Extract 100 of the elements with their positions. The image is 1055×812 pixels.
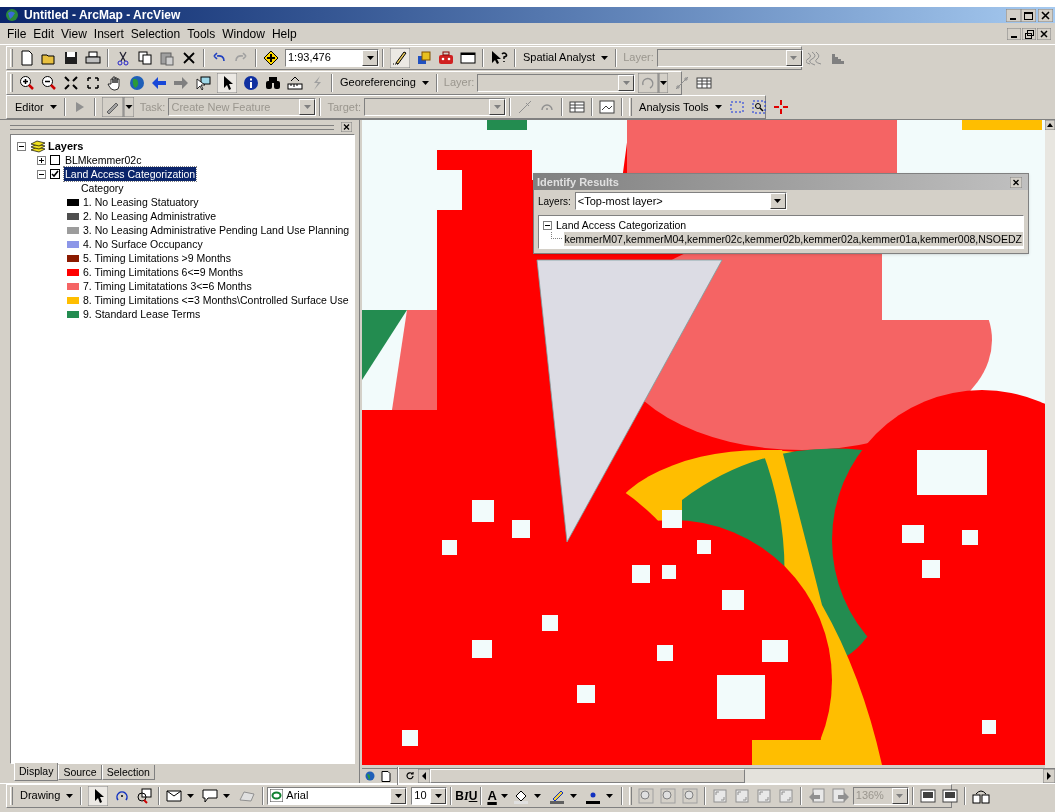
select-features-icon[interactable] [195,74,211,91]
help-pointer-icon[interactable] [490,49,508,66]
bold-button[interactable]: B [455,786,465,805]
pointer-icon[interactable] [88,785,109,806]
scissors-icon[interactable] [115,49,131,66]
menu-item[interactable]: File [4,24,30,43]
layer-name[interactable]: BLMkemmer02c [64,153,143,167]
pencil-dropdown-icon[interactable] [101,97,134,117]
print-icon[interactable] [85,49,101,66]
rectangle-dropdown-icon[interactable] [166,787,197,804]
italic-button[interactable]: I [464,786,469,805]
target-dropdown[interactable] [364,98,507,116]
analysis-tools-menu[interactable]: Analysis Tools [635,97,726,117]
pointer-icon[interactable] [217,72,237,93]
binoculars-icon[interactable] [265,74,281,91]
menu-item[interactable]: View [58,24,90,43]
vertical-scrollbar[interactable] [1045,120,1055,768]
font-dropdown[interactable]: Arial [267,786,408,805]
menu-item[interactable]: Tools [184,24,219,43]
arrows-inward-icon[interactable] [63,74,79,91]
layout-icon[interactable] [941,787,958,804]
expand-icon[interactable] [37,155,46,165]
georeferencing-menu[interactable]: Georeferencing [336,72,433,93]
tab[interactable]: Source [58,765,102,780]
back-page-icon[interactable] [807,787,826,804]
forward-page-icon[interactable] [831,787,850,804]
tab[interactable]: Selection [101,765,155,780]
forward-arrow-icon[interactable] [173,74,189,91]
menu-item[interactable]: Help [268,24,300,43]
tree-node[interactable]: Land Access Categorization [556,218,687,232]
menu-item[interactable]: Insert [90,24,127,43]
info-icon[interactable] [243,74,259,91]
dashed-zoom-icon[interactable] [750,99,767,115]
close-icon[interactable] [341,122,352,132]
sketch-properties-icon[interactable] [599,99,616,115]
copy-icon[interactable] [137,49,153,66]
tab[interactable]: Display [14,763,59,781]
globe-icon[interactable] [365,771,375,781]
collapse-icon[interactable] [37,169,46,179]
font-color-button[interactable]: A [485,785,510,806]
page-icon[interactable] [381,770,391,782]
attributes-icon[interactable] [569,99,586,115]
underline-button[interactable]: U [468,786,478,805]
font-size-dropdown[interactable]: 10 [411,786,448,805]
scale-field[interactable]: 1:93,476 [285,48,379,67]
table-icon[interactable] [696,74,713,91]
checkbox[interactable] [50,169,60,179]
window-icon[interactable] [460,49,476,66]
rotate-icon[interactable] [638,72,669,93]
restore-icon[interactable] [1022,27,1036,40]
spatial-analyst-menu[interactable]: Spatial Analyst [519,47,613,68]
clipboard-icon[interactable] [159,49,175,66]
layers-icon [30,139,46,153]
zoom-element-icon[interactable] [136,787,153,804]
menu-item[interactable]: Selection [127,24,184,43]
globe-icon[interactable] [129,74,145,91]
callout-dropdown-icon[interactable] [202,787,233,804]
minimize-icon[interactable] [1006,8,1021,22]
collapse-icon[interactable] [17,141,26,151]
hand-icon[interactable] [107,74,123,91]
menu-item[interactable]: Edit [30,24,58,43]
caret-icon [601,55,609,60]
right-arrow-icon[interactable] [1043,769,1055,783]
pencil-icon[interactable] [390,47,410,68]
layers-dropdown[interactable]: <Top-most layer> [574,192,787,210]
document-icon[interactable] [19,49,35,66]
minimize-icon[interactable] [1007,27,1021,40]
drawing-menu[interactable]: Drawing [16,785,78,806]
menu-item[interactable]: Window [219,24,268,43]
save-icon[interactable] [63,49,79,66]
caret-icon [500,793,508,798]
up-arrow-icon[interactable] [1045,120,1055,130]
layer-name[interactable]: Land Access Categorization [64,167,197,181]
maximize-icon[interactable] [1021,8,1036,22]
arrows-outward-icon[interactable] [85,74,101,91]
close-icon[interactable] [1037,27,1051,40]
cubes-icon[interactable] [416,49,432,66]
caret-icon [493,105,501,109]
refresh-icon[interactable] [405,771,415,781]
layer-dropdown[interactable] [477,73,636,92]
close-icon[interactable] [1038,8,1053,22]
close-icon[interactable] [1010,176,1022,188]
tree-item[interactable]: kemmerM07,kemmerM04,kemmer02c,kemmer02b,kemmer02a,kemmer01a,kemmer008,NSOEDZ [563,232,1023,246]
map-drawing[interactable] [362,120,1045,765]
horizontal-scrollbar[interactable] [418,769,1055,783]
legend-label: 4. No Surface Occupancy [83,237,203,251]
add-data-icon[interactable] [263,49,279,66]
layer-dropdown[interactable] [656,48,803,67]
link-line-icon[interactable] [674,74,691,91]
crosshair-icon[interactable] [772,99,789,115]
layout-icon[interactable] [919,787,936,804]
collapse-icon[interactable] [543,220,552,230]
delete-icon[interactable] [181,49,197,66]
layers-root[interactable]: Layers [48,139,84,153]
change-layout-icon[interactable] [971,787,990,804]
ruler-icon[interactable] [287,74,303,91]
checkbox[interactable] [50,155,60,165]
left-arrow-icon[interactable] [418,769,430,783]
editor-menu[interactable]: Editor [11,97,61,117]
toolbox-icon[interactable] [438,49,454,66]
